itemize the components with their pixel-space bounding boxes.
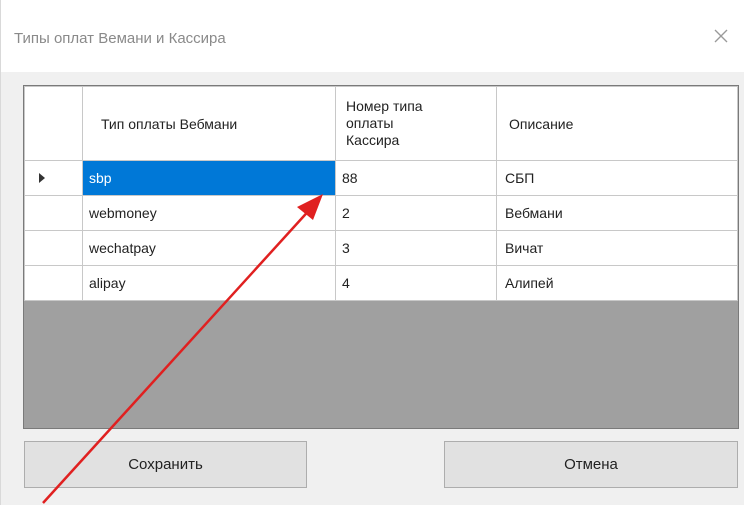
cell-description[interactable]: Вебмани — [496, 195, 738, 231]
row-header[interactable] — [24, 230, 83, 266]
cell-description[interactable]: СБП — [496, 160, 738, 196]
current-row-icon — [39, 173, 45, 183]
cell-number[interactable]: 3 — [335, 230, 497, 266]
row-header[interactable] — [24, 160, 83, 196]
column-header-description[interactable]: Описание — [496, 86, 738, 161]
header-line: Кассира — [346, 132, 400, 148]
header-line: Номер типа — [346, 98, 423, 114]
cell-description[interactable]: Вичат — [496, 230, 738, 266]
close-icon[interactable] — [709, 24, 733, 48]
cell-number[interactable]: 88 — [335, 160, 497, 196]
table-row[interactable]: webmoney 2 Вебмани — [24, 195, 738, 231]
cell-type[interactable]: webmoney — [82, 195, 336, 231]
table-row[interactable]: alipay 4 Алипей — [24, 265, 738, 301]
cell-description[interactable]: Алипей — [496, 265, 738, 301]
cancel-button[interactable]: Отмена — [444, 441, 738, 488]
cell-number[interactable]: 2 — [335, 195, 497, 231]
data-grid[interactable]: Тип оплаты Вебмани Номер типа оплаты Кас… — [23, 85, 739, 429]
window-title: Типы оплат Вемани и Кассира — [14, 30, 226, 47]
row-header-corner[interactable] — [24, 86, 83, 161]
cell-type[interactable]: wechatpay — [82, 230, 336, 266]
cell-type[interactable]: sbp — [82, 160, 336, 196]
dialog-window: Типы оплат Вемани и Кассира Тип оплаты В… — [0, 0, 744, 505]
table-row[interactable]: sbp 88 СБП — [24, 160, 738, 196]
header-row: Тип оплаты Вебмани Номер типа оплаты Кас… — [24, 86, 738, 161]
column-header-cashier-number[interactable]: Номер типа оплаты Кассира — [335, 86, 497, 161]
table-row[interactable]: wechatpay 3 Вичат — [24, 230, 738, 266]
row-header[interactable] — [24, 265, 83, 301]
row-header[interactable] — [24, 195, 83, 231]
cell-number[interactable]: 4 — [335, 265, 497, 301]
header-line: оплаты — [346, 115, 394, 131]
column-header-webmoney-type[interactable]: Тип оплаты Вебмани — [82, 86, 336, 161]
payment-types-table: Тип оплаты Вебмани Номер типа оплаты Кас… — [24, 86, 738, 301]
cell-type[interactable]: alipay — [82, 265, 336, 301]
save-button[interactable]: Сохранить — [24, 441, 307, 488]
title-bar: Типы оплат Вемани и Кассира — [1, 0, 744, 72]
